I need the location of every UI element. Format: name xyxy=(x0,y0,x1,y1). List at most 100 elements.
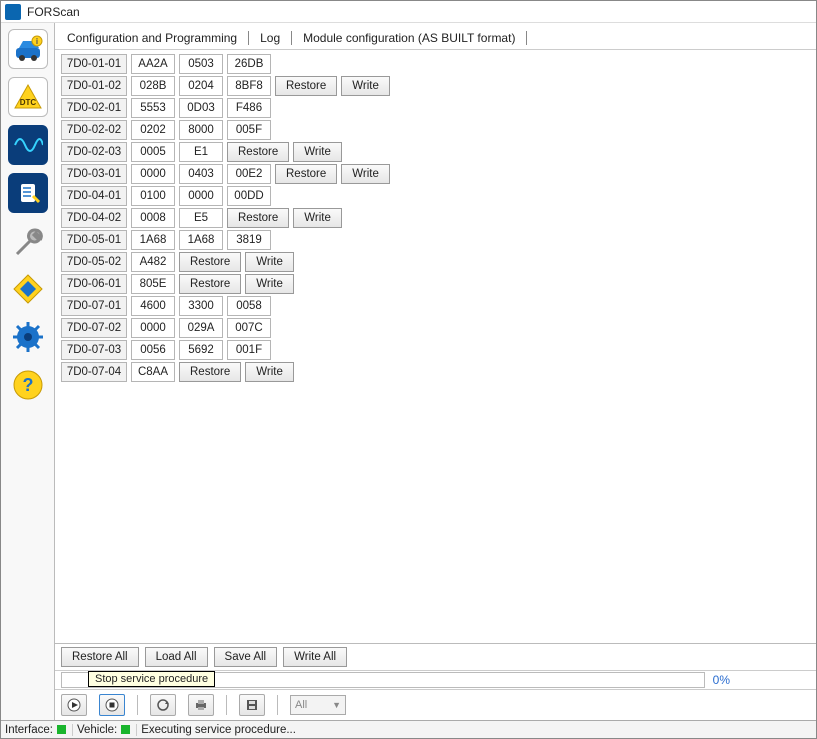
value-cell[interactable]: 26DB xyxy=(227,54,271,74)
value-cell[interactable]: 0056 xyxy=(131,340,175,360)
value-cell[interactable]: 5692 xyxy=(179,340,223,360)
address-cell: 7D0-05-02 xyxy=(61,252,127,272)
tab-configuration[interactable]: Configuration and Programming xyxy=(63,29,241,47)
value-cell[interactable]: 029A xyxy=(179,318,223,338)
svg-text:?: ? xyxy=(22,375,33,395)
filter-combo-value: All xyxy=(295,699,307,711)
address-cell: 7D0-06-01 xyxy=(61,274,127,294)
value-cell[interactable]: 4600 xyxy=(131,296,175,316)
restore-button[interactable]: Restore xyxy=(179,252,241,272)
write-button[interactable]: Write xyxy=(245,274,294,294)
restore-button[interactable]: Restore xyxy=(179,274,241,294)
play-icon xyxy=(67,698,81,712)
value-cell[interactable]: A482 xyxy=(131,252,175,272)
value-cell[interactable]: 00E2 xyxy=(227,164,271,184)
write-all-button[interactable]: Write All xyxy=(283,647,347,667)
value-cell[interactable]: 0000 xyxy=(131,318,175,338)
stop-icon xyxy=(105,698,119,712)
sidebar-help[interactable]: ? xyxy=(8,365,48,405)
write-button[interactable]: Write xyxy=(245,252,294,272)
asbuilt-row: 7D0-07-04C8AARestoreWrite xyxy=(61,362,810,382)
print-button[interactable] xyxy=(188,694,214,716)
print-icon xyxy=(194,698,208,712)
value-cell[interactable]: 0204 xyxy=(179,76,223,96)
refresh-button[interactable] xyxy=(150,694,176,716)
value-cell[interactable]: 8BF8 xyxy=(227,76,271,96)
sidebar-dtc[interactable]: DTC xyxy=(8,77,48,117)
restore-button[interactable]: Restore xyxy=(275,76,337,96)
stop-button[interactable] xyxy=(99,694,125,716)
value-cell[interactable]: 001F xyxy=(227,340,271,360)
value-cell[interactable]: 0005 xyxy=(131,142,175,162)
progress-row: Stop service procedure 0% xyxy=(55,670,816,689)
value-cell[interactable]: 00DD xyxy=(227,186,271,206)
sidebar-oscilloscope[interactable] xyxy=(8,125,48,165)
value-cell[interactable]: 805E xyxy=(131,274,175,294)
floppy-icon xyxy=(245,698,259,712)
status-bar: Interface: Vehicle: Executing service pr… xyxy=(1,720,816,738)
tab-log[interactable]: Log xyxy=(256,29,284,47)
refresh-icon xyxy=(156,698,170,712)
value-cell[interactable]: 0000 xyxy=(179,186,223,206)
value-cell[interactable]: 3819 xyxy=(227,230,271,250)
write-button[interactable]: Write xyxy=(245,362,294,382)
value-cell[interactable]: AA2A xyxy=(131,54,175,74)
status-interface-label: Interface: xyxy=(5,724,53,736)
asbuilt-grid: 7D0-01-01AA2A050326DB7D0-01-02028B02048B… xyxy=(55,49,816,643)
filter-combo[interactable]: All ▼ xyxy=(290,695,346,715)
sidebar-service[interactable] xyxy=(8,173,48,213)
play-button[interactable] xyxy=(61,694,87,716)
tab-separator xyxy=(291,31,292,45)
value-cell[interactable]: C8AA xyxy=(131,362,175,382)
value-cell[interactable]: 028B xyxy=(131,76,175,96)
app-window: FORScan i DTC xyxy=(0,0,817,739)
value-cell[interactable]: 0403 xyxy=(179,164,223,184)
value-cell[interactable]: 0008 xyxy=(131,208,175,228)
sidebar-wrench[interactable] xyxy=(8,221,48,261)
write-button[interactable]: Write xyxy=(341,76,390,96)
interface-led-icon xyxy=(57,725,66,734)
value-cell[interactable]: 1A68 xyxy=(179,230,223,250)
sidebar-vehicle-info[interactable]: i xyxy=(8,29,48,69)
value-cell[interactable]: 0D03 xyxy=(179,98,223,118)
asbuilt-row: 7D0-02-0155530D03F486 xyxy=(61,98,810,118)
status-vehicle: Vehicle: xyxy=(72,724,130,736)
address-cell: 7D0-05-01 xyxy=(61,230,127,250)
restore-all-button[interactable]: Restore All xyxy=(61,647,139,667)
value-cell[interactable]: 007C xyxy=(227,318,271,338)
value-cell[interactable]: 8000 xyxy=(179,120,223,140)
sidebar-settings[interactable] xyxy=(8,317,48,357)
value-cell[interactable]: 0100 xyxy=(131,186,175,206)
address-cell: 7D0-04-02 xyxy=(61,208,127,228)
sidebar-chip[interactable] xyxy=(8,269,48,309)
toolbar-separator xyxy=(277,695,278,715)
title-bar: FORScan xyxy=(1,1,816,23)
save-button[interactable] xyxy=(239,694,265,716)
address-cell: 7D0-07-03 xyxy=(61,340,127,360)
value-cell[interactable]: 0503 xyxy=(179,54,223,74)
value-cell[interactable]: 1A68 xyxy=(131,230,175,250)
write-button[interactable]: Write xyxy=(293,208,342,228)
value-cell[interactable]: 3300 xyxy=(179,296,223,316)
restore-button[interactable]: Restore xyxy=(227,208,289,228)
load-all-button[interactable]: Load All xyxy=(145,647,208,667)
tab-module-config[interactable]: Module configuration (AS BUILT format) xyxy=(299,29,519,47)
value-cell[interactable]: 0000 xyxy=(131,164,175,184)
write-button[interactable]: Write xyxy=(293,142,342,162)
restore-button[interactable]: Restore xyxy=(179,362,241,382)
chevron-down-icon: ▼ xyxy=(332,700,341,710)
asbuilt-row: 7D0-02-0202028000005F xyxy=(61,120,810,140)
value-cell[interactable]: 5553 xyxy=(131,98,175,118)
value-cell[interactable]: F486 xyxy=(227,98,271,118)
value-cell[interactable]: E1 xyxy=(179,142,223,162)
save-all-button[interactable]: Save All xyxy=(214,647,278,667)
asbuilt-row: 7D0-03-010000040300E2RestoreWrite xyxy=(61,164,810,184)
value-cell[interactable]: 0058 xyxy=(227,296,271,316)
restore-button[interactable]: Restore xyxy=(275,164,337,184)
value-cell[interactable]: 005F xyxy=(227,120,271,140)
vehicle-led-icon xyxy=(121,725,130,734)
value-cell[interactable]: 0202 xyxy=(131,120,175,140)
restore-button[interactable]: Restore xyxy=(227,142,289,162)
value-cell[interactable]: E5 xyxy=(179,208,223,228)
write-button[interactable]: Write xyxy=(341,164,390,184)
